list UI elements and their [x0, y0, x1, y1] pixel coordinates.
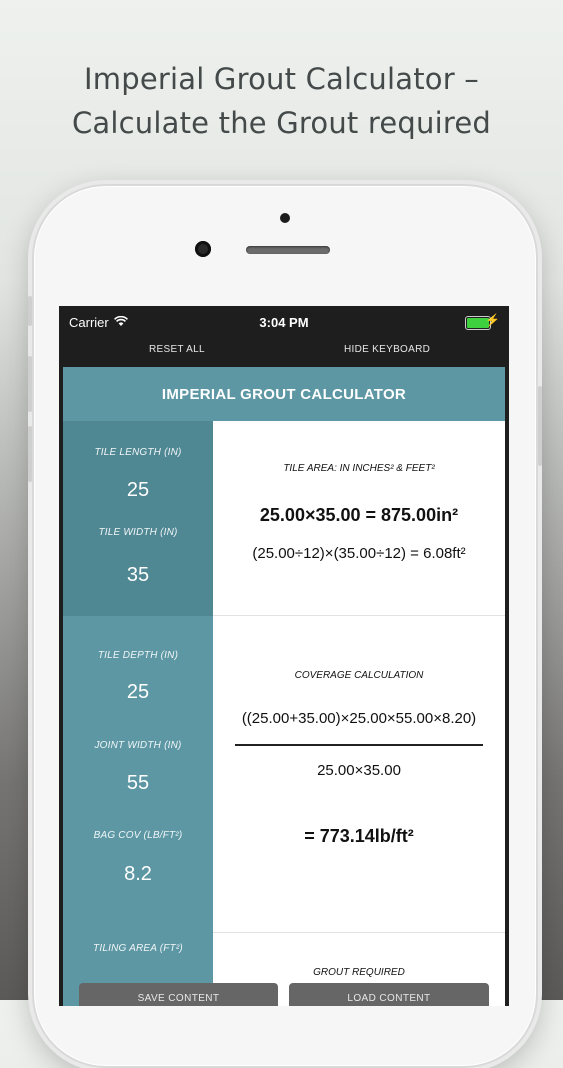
page-title: IMPERIAL GROUT CALCULATOR [63, 367, 505, 421]
tile-area-panel: TILE AREA: IN INCHES² & FEET² 25.00×35.0… [213, 421, 505, 616]
joint-width-input[interactable]: 55 [63, 772, 213, 795]
coverage-panel: COVERAGE CALCULATION ((25.00+35.00)×25.0… [213, 616, 505, 933]
app-screen: Carrier 3:04 PM ⚡ RESET ALL HIDE KEYBOAR… [59, 306, 509, 1006]
bag-coverage-label: BAG COV (LB/FT²) [93, 830, 183, 841]
save-content-button[interactable]: SAVE CONTENT [79, 983, 278, 1006]
coverage-denominator: 25.00×35.00 [317, 762, 401, 779]
tile-depth-label: TILE DEPTH (IN) [97, 650, 179, 661]
calculator-body: TILE LENGTH (IN) 25 TILE WIDTH (IN) 35 T… [63, 421, 505, 1006]
reset-all-button[interactable]: RESET ALL [149, 344, 205, 355]
tile-width-label: TILE WIDTH (IN) [98, 527, 178, 538]
status-bar: Carrier 3:04 PM ⚡ [59, 306, 509, 338]
headline-line-2: Calculate the Grout required [71, 106, 492, 140]
tile-area-label: TILE AREA: IN INCHES² & FEET² [283, 463, 435, 474]
tile-area-inches-formula: 25.00×35.00 = 875.00in² [259, 505, 459, 525]
grout-required-label: GROUT REQUIRED [313, 967, 405, 978]
tile-length-label: TILE LENGTH (IN) [94, 447, 182, 458]
tile-width-input[interactable]: 35 [63, 564, 213, 587]
fraction-divider [235, 744, 483, 746]
proximity-sensor [280, 213, 290, 223]
volume-down-button [28, 426, 32, 482]
bag-coverage-input[interactable]: 8.2 [63, 863, 213, 886]
front-camera [195, 241, 211, 257]
earpiece-speaker [246, 246, 330, 254]
tile-length-input[interactable]: 25 [63, 479, 213, 502]
tile-depth-input[interactable]: 25 [63, 681, 213, 704]
joint-width-label: JOINT WIDTH (IN) [94, 740, 182, 751]
power-button [538, 386, 542, 466]
coverage-numerator: ((25.00+35.00)×25.00×55.00×8.20) [241, 710, 477, 727]
tile-area-feet-formula: (25.00÷12)×(35.00÷12) = 6.08ft² [252, 545, 466, 562]
hide-keyboard-button[interactable]: HIDE KEYBOARD [344, 344, 430, 355]
top-toolbar: RESET ALL HIDE KEYBOARD [59, 338, 509, 366]
clock-time: 3:04 PM [259, 315, 309, 330]
coverage-label: COVERAGE CALCULATION [294, 670, 424, 681]
tiling-area-label: TILING AREA (FT²) [93, 943, 183, 954]
headline-line-1: Imperial Grout Calculator – [84, 62, 479, 96]
load-content-button[interactable]: LOAD CONTENT [289, 983, 489, 1006]
input-column: TILE LENGTH (IN) 25 TILE WIDTH (IN) 35 T… [63, 421, 213, 1006]
volume-up-button [28, 356, 32, 412]
charging-bolt-icon: ⚡ [485, 313, 500, 327]
coverage-result: = 773.14lb/ft² [304, 826, 414, 846]
mute-switch [28, 296, 32, 326]
